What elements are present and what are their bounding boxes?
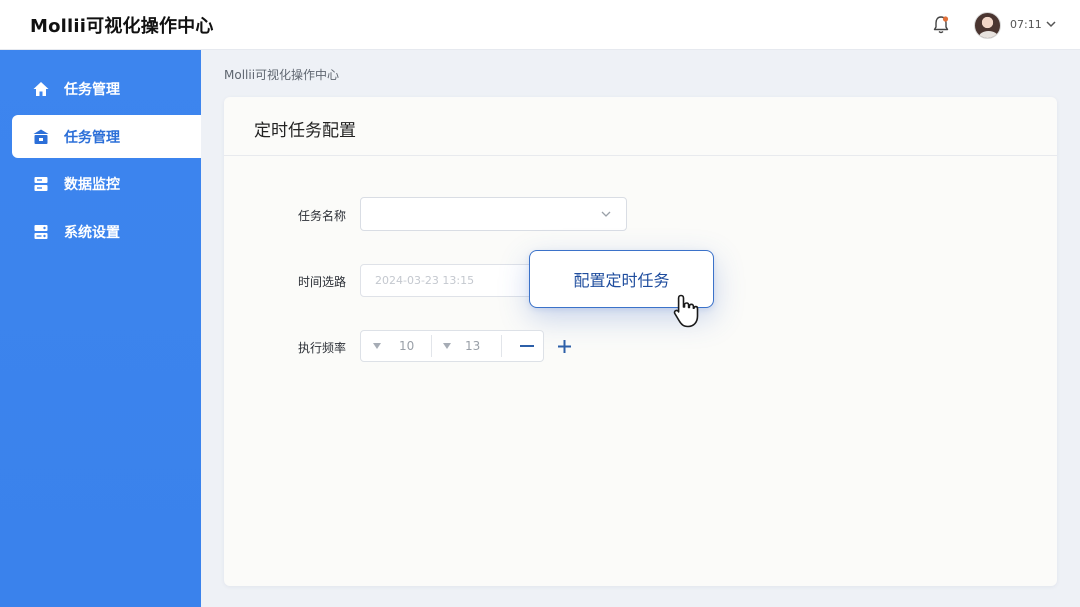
home-icon [32, 80, 50, 98]
frequency-label: 执行频率 [298, 341, 347, 355]
page-title: 定时任务配置 [254, 121, 356, 141]
divider [224, 155, 1057, 156]
sidebar-item-label: 任务管理 [64, 81, 120, 98]
task-name-select[interactable] [360, 197, 627, 231]
sidebar: 任务管理 任务管理 数据监控 系统设置 [0, 50, 201, 607]
task-box-icon [32, 128, 50, 146]
minus-icon [520, 345, 534, 347]
time-select-label: 时间选路 [298, 275, 347, 289]
chevron-down-icon [601, 211, 611, 217]
sidebar-item-system-settings[interactable]: 系统设置 [12, 210, 201, 253]
top-header: Mollii可视化操作中心 07:11 [0, 0, 1080, 50]
plus-icon [557, 339, 571, 353]
sidebar-item-task-management-active[interactable]: 任务管理 [12, 115, 201, 158]
frequency-value-b[interactable]: 13 [465, 331, 480, 361]
decrement-button[interactable] [512, 334, 542, 358]
increment-button[interactable] [553, 334, 575, 358]
sidebar-item-data-monitor[interactable]: 数据监控 [12, 162, 201, 205]
sidebar-item-label: 任务管理 [64, 129, 120, 146]
database-icon [32, 175, 50, 193]
sidebar-item-label: 数据监控 [64, 176, 120, 193]
datetime-input[interactable]: 2024-03-23 13:15 [360, 264, 540, 297]
settings-server-icon [32, 223, 50, 241]
user-avatar[interactable] [974, 12, 1001, 39]
sidebar-item-label: 系统设置 [64, 224, 120, 241]
divider [431, 335, 432, 357]
caret-down-icon[interactable] [373, 343, 381, 349]
sidebar-item-task-management[interactable]: 任务管理 [12, 67, 201, 110]
user-time: 07:11 [1010, 18, 1042, 31]
breadcrumb[interactable]: Mollii可视化操作中心 [224, 66, 339, 83]
app-title: Mollii可视化操作中心 [30, 16, 214, 37]
chevron-down-icon[interactable] [1044, 17, 1058, 31]
config-card: 定时任务配置 [224, 97, 1057, 586]
caret-down-icon[interactable] [443, 343, 451, 349]
bell-icon[interactable] [932, 15, 950, 35]
task-name-label: 任务名称 [298, 209, 347, 223]
divider [501, 335, 502, 357]
frequency-value-a[interactable]: 10 [399, 331, 414, 361]
hand-cursor-icon [673, 294, 699, 328]
